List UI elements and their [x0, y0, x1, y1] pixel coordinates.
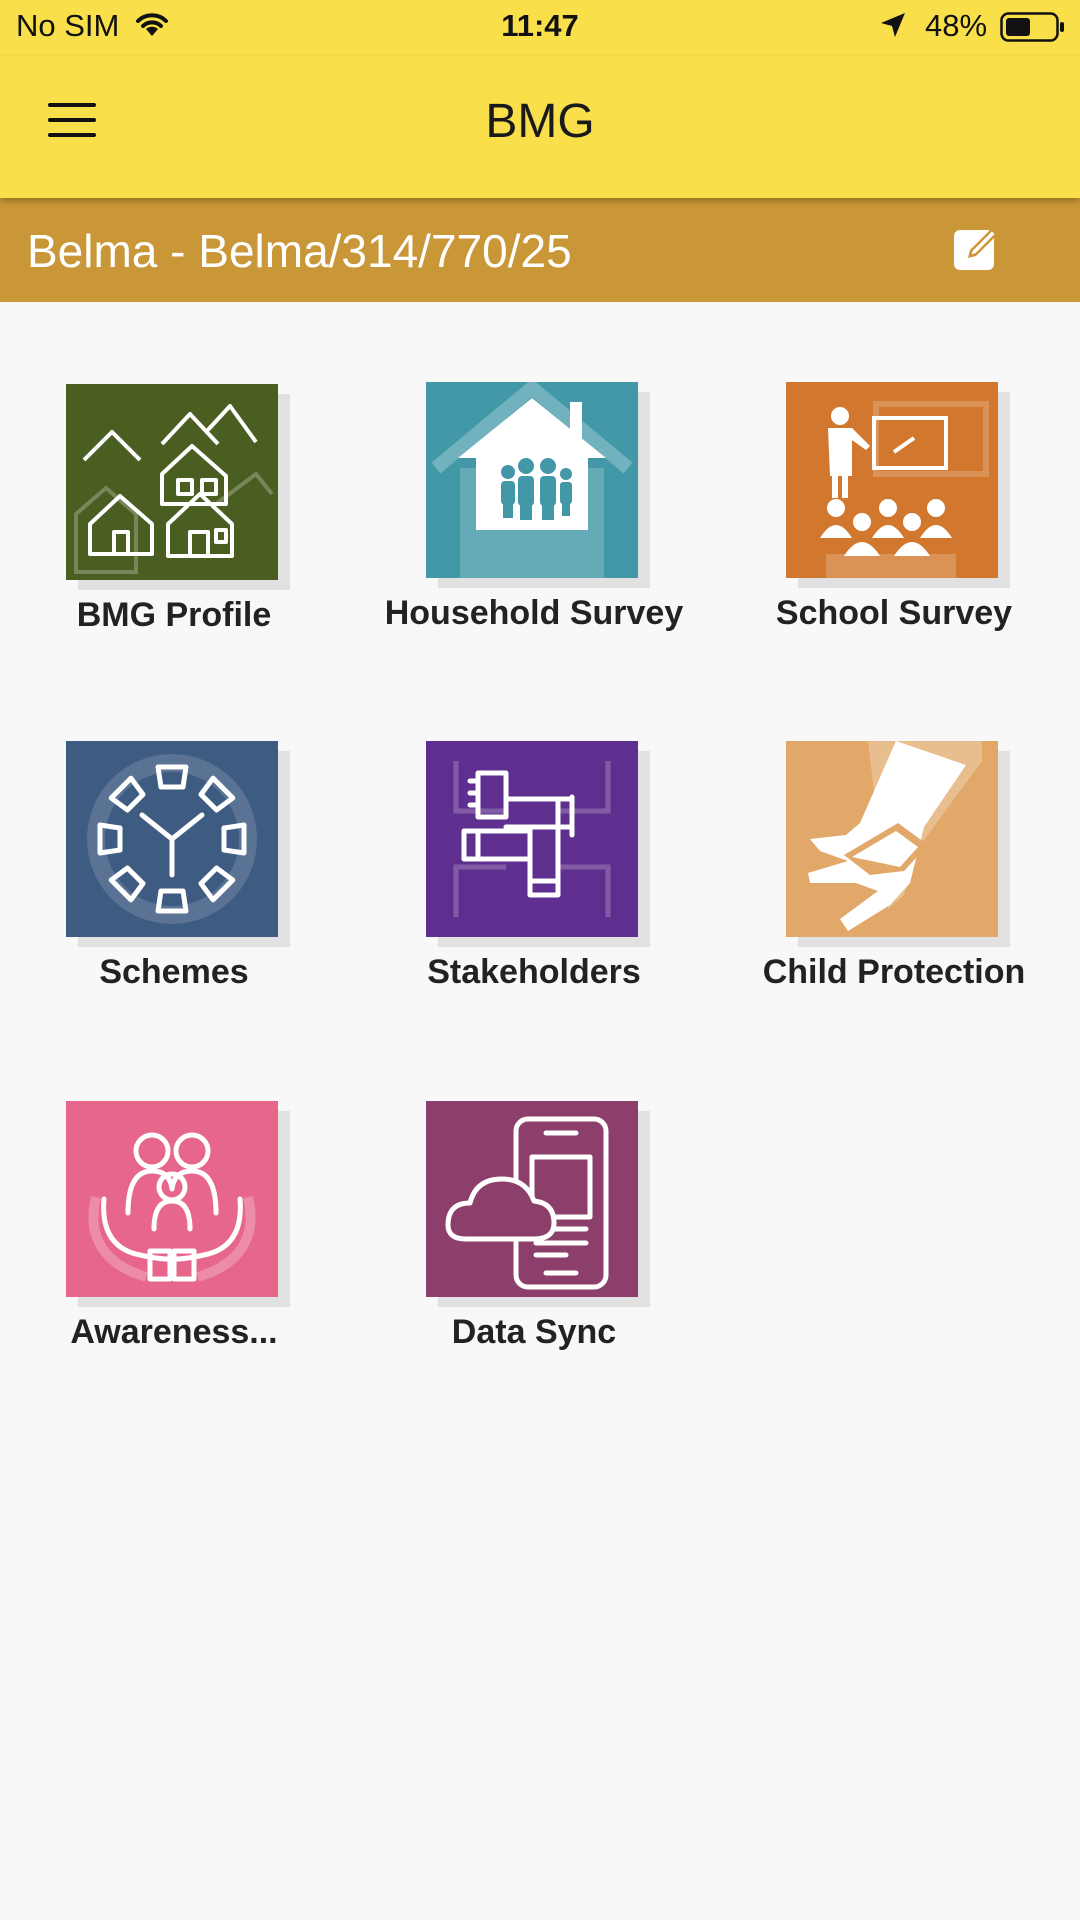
tile-label: Child Protection [762, 953, 1026, 991]
family-care-hands-icon [66, 1101, 278, 1297]
tile-schemes[interactable]: Schemes [24, 741, 324, 1021]
tile-data-sync[interactable]: Data Sync [384, 1101, 684, 1381]
location-arrow-icon [878, 10, 908, 45]
cloud-phone-sync-icon [426, 1101, 638, 1297]
tile-label: Awareness... [70, 1313, 278, 1351]
village-header: Belma - Belma/314/770/25 [0, 198, 1080, 302]
tile-bmg-profile[interactable]: BMG Profile [24, 384, 324, 664]
battery-icon [1000, 12, 1066, 47]
tile-stakeholders[interactable]: Stakeholders [384, 741, 684, 1021]
tile-label: BMG Profile [76, 596, 272, 634]
village-houses-icon [66, 384, 278, 580]
app-bar: BMG [0, 56, 1080, 198]
tile-awareness[interactable]: Awareness... [24, 1101, 324, 1381]
tile-label: Data Sync [451, 1313, 617, 1351]
tile-school-survey[interactable]: School Survey [744, 382, 1044, 662]
tile-label: Stakeholders [427, 953, 641, 991]
status-bar: No SIM 11:47 48% [0, 0, 1080, 56]
tile-label: School Survey [775, 594, 1013, 632]
page-title: BMG [485, 95, 595, 148]
village-code: Belma - Belma/314/770/25 [27, 225, 572, 277]
classroom-teacher-icon [786, 382, 998, 578]
tile-child-protection[interactable]: Child Protection [744, 741, 1044, 1021]
battery-percent: 48% [925, 8, 988, 43]
tile-label: Schemes [99, 953, 249, 991]
tile-household-survey[interactable]: Household Survey [384, 382, 684, 662]
edit-icon[interactable] [950, 220, 1006, 276]
joined-hands-icon [426, 741, 638, 937]
clock: 11:47 [501, 8, 579, 43]
segmented-wheel-icon [66, 741, 278, 937]
hand-in-hand-icon [786, 741, 998, 937]
house-family-icon [426, 382, 638, 578]
tile-label: Household Survey [384, 594, 684, 632]
